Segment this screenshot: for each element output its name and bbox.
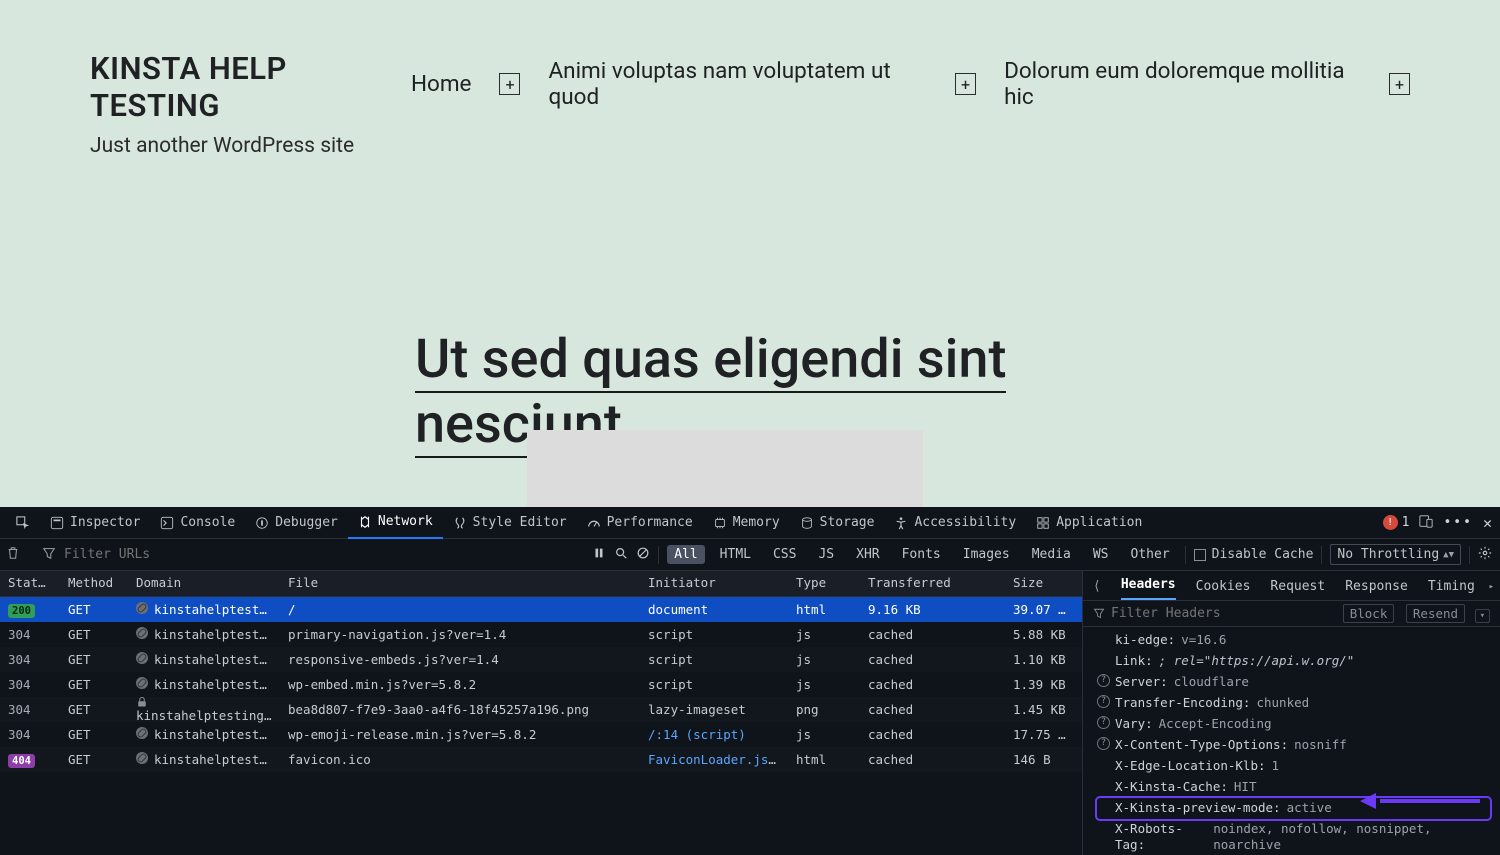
table-body: 200GETkinstahelptesting.ki…/documenthtml… [0, 597, 1082, 772]
resend-dropdown-icon[interactable]: ▾ [1475, 609, 1490, 623]
detail-tab-response[interactable]: Response [1345, 579, 1408, 600]
table-row[interactable]: 304GETkinstahelptesting.ki…responsive-em… [0, 647, 1082, 672]
network-body: Status Method Domain File Initiator Type… [0, 571, 1500, 855]
devtools-panel: Inspector Console Debugger Network Style… [0, 507, 1500, 855]
expand-submenu-icon[interactable]: + [955, 73, 976, 95]
error-indicator[interactable]: ! 1 [1383, 515, 1410, 530]
col-domain[interactable]: Domain [128, 571, 280, 596]
devtools-tabbar: Inspector Console Debugger Network Style… [0, 507, 1500, 539]
response-headers-list: ki-edge: v=16.6Link: ; rel="https://api.… [1083, 627, 1500, 855]
nav-item-home[interactable]: Home [411, 71, 472, 97]
detail-tab-headers[interactable]: Headers [1121, 577, 1176, 600]
error-icon: ! [1383, 515, 1398, 530]
col-method[interactable]: Method [60, 571, 128, 596]
expand-submenu-icon[interactable]: + [499, 73, 520, 95]
pick-element-icon[interactable] [6, 507, 40, 539]
disable-cache-label: Disable Cache [1212, 547, 1314, 562]
filter-images[interactable]: Images [956, 545, 1017, 564]
filter-all[interactable]: All [667, 545, 704, 564]
header-row[interactable]: Link: ; rel="https://api.w.org/" [1097, 651, 1490, 672]
tab-network[interactable]: Network [348, 507, 443, 539]
tab-debugger[interactable]: Debugger [245, 507, 348, 539]
resend-button[interactable]: Resend [1406, 604, 1465, 623]
detail-tab-request[interactable]: Request [1270, 579, 1325, 600]
filter-urls-input[interactable] [64, 547, 174, 562]
tab-inspector[interactable]: Inspector [40, 507, 150, 539]
block-button[interactable]: Block [1343, 604, 1395, 623]
site-title[interactable]: KINSTA HELP TESTING [90, 50, 411, 124]
trash-icon[interactable] [6, 546, 20, 564]
col-file[interactable]: File [280, 571, 640, 596]
callout-arrow [1360, 793, 1480, 809]
tab-style-editor[interactable]: Style Editor [443, 507, 577, 539]
filter-icon [1093, 607, 1105, 619]
more-icon[interactable]: ••• [1443, 515, 1472, 530]
filter-css[interactable]: CSS [766, 545, 803, 564]
filter-icon[interactable] [42, 546, 56, 564]
responsive-mode-icon[interactable] [1419, 514, 1433, 532]
detail-tabs: ⟨ Headers Cookies Request Response Timin… [1083, 571, 1500, 601]
tab-memory[interactable]: Memory [703, 507, 790, 539]
settings-gear-icon[interactable] [1478, 546, 1492, 564]
table-row[interactable]: 304GETkinstahelptesting.ki…bea8d807-f7e9… [0, 697, 1082, 722]
filter-media[interactable]: Media [1025, 545, 1078, 564]
col-transferred[interactable]: Transferred [860, 571, 1005, 596]
col-size[interactable]: Size [1005, 571, 1077, 596]
branding: KINSTA HELP TESTING Just another WordPre… [90, 50, 411, 158]
table-row[interactable]: 200GETkinstahelptesting.ki…/documenthtml… [0, 597, 1082, 622]
tab-application[interactable]: Application [1026, 507, 1152, 539]
table-header: Status Method Domain File Initiator Type… [0, 571, 1082, 597]
tab-storage[interactable]: Storage [790, 507, 885, 539]
filter-fonts[interactable]: Fonts [895, 545, 948, 564]
filter-xhr[interactable]: XHR [849, 545, 886, 564]
requests-table: Status Method Domain File Initiator Type… [0, 571, 1082, 855]
primary-nav: Home + Animi voluptas nam voluptatem ut … [411, 50, 1410, 110]
table-row[interactable]: 304GETkinstahelptesting.ki…primary-navig… [0, 622, 1082, 647]
image-placeholder [527, 430, 923, 507]
filter-ws[interactable]: WS [1086, 545, 1116, 564]
filter-html[interactable]: HTML [713, 545, 758, 564]
tab-console[interactable]: Console [150, 507, 245, 539]
header-row[interactable]: ki-edge: v=16.6 [1097, 630, 1490, 651]
pause-icon[interactable] [592, 546, 606, 564]
checkbox-icon [1194, 549, 1206, 561]
col-status[interactable]: Status [0, 571, 60, 596]
filter-headers-input[interactable] [1111, 606, 1231, 621]
header-row[interactable]: ?Vary: Accept-Encoding [1097, 714, 1490, 735]
tab-accessibility[interactable]: Accessibility [884, 507, 1026, 539]
close-icon[interactable]: ✕ [1483, 514, 1492, 532]
search-icon[interactable] [614, 546, 628, 564]
detail-tab-cookies[interactable]: Cookies [1196, 579, 1251, 600]
site-header: KINSTA HELP TESTING Just another WordPre… [90, 50, 1410, 158]
nav-item-2[interactable]: Dolorum eum doloremque mollitia hic [1004, 58, 1361, 110]
tab-performance[interactable]: Performance [577, 507, 703, 539]
site-tagline: Just another WordPress site [90, 134, 411, 158]
expand-submenu-icon[interactable]: + [1389, 73, 1410, 95]
disable-cache-toggle[interactable]: Disable Cache [1194, 547, 1314, 562]
request-detail-pane: ⟨ Headers Cookies Request Response Timin… [1082, 571, 1500, 855]
table-row[interactable]: 404GETkinstahelptesting.ki…favicon.icoFa… [0, 747, 1082, 772]
detail-filter-bar: Block Resend ▾ [1083, 601, 1500, 627]
header-row[interactable]: ?Server: cloudflare [1097, 672, 1490, 693]
col-initiator[interactable]: Initiator [640, 571, 788, 596]
detail-tab-timing[interactable]: Timing [1428, 579, 1475, 600]
filter-other[interactable]: Other [1124, 545, 1177, 564]
table-row[interactable]: 304GETkinstahelptesting.ki…wp-emoji-rele… [0, 722, 1082, 747]
nav-item-1[interactable]: Animi voluptas nam voluptatem ut quod [548, 58, 927, 110]
header-row[interactable]: X-Robots-Tag: noindex, nofollow, nosnipp… [1097, 819, 1490, 855]
network-toolbar: All HTML CSS JS XHR Fonts Images Media W… [0, 539, 1500, 571]
detail-back-icon[interactable]: ⟨ [1093, 579, 1101, 600]
error-count: 1 [1402, 515, 1410, 530]
detail-action-buttons: Block Resend ▾ [1339, 606, 1490, 621]
header-row[interactable]: X-Edge-Location-Klb: 1 [1097, 756, 1490, 777]
scroll-right-icon[interactable]: ▸ [1489, 582, 1494, 592]
col-type[interactable]: Type [788, 571, 860, 596]
header-row[interactable]: ?X-Content-Type-Options: nosniff [1097, 735, 1490, 756]
throttling-select[interactable]: No Throttling ▲▼ [1330, 544, 1461, 565]
header-row[interactable]: ?Transfer-Encoding: chunked [1097, 693, 1490, 714]
filter-js[interactable]: JS [811, 545, 841, 564]
block-icon[interactable] [636, 546, 650, 564]
